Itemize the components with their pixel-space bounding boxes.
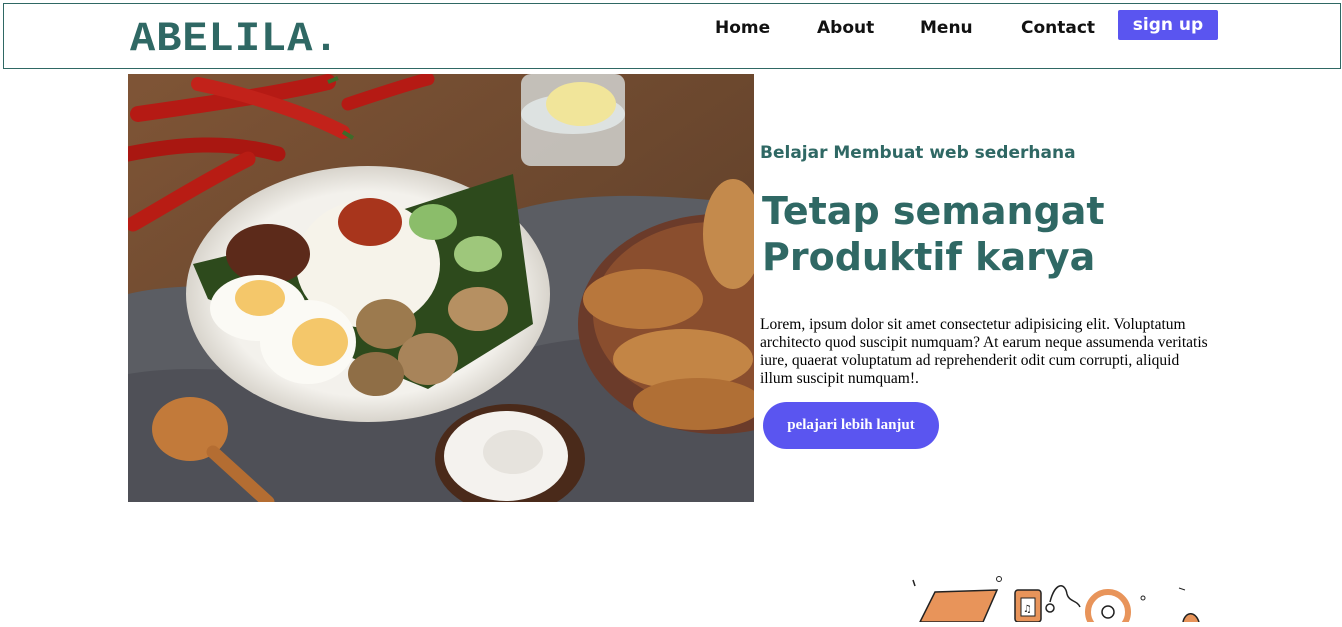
nav-link-menu[interactable]: Menu bbox=[920, 16, 973, 40]
svg-text:♫: ♫ bbox=[1023, 604, 1032, 615]
graduation-cap-icon bbox=[918, 589, 999, 623]
education-doodles-illustration: ♫ bbox=[905, 572, 1205, 627]
hero-headline: Tetap semangat Produktif karya bbox=[762, 188, 1182, 280]
hero-tagline: Belajar Membuat web sederhana bbox=[760, 143, 1076, 163]
headline-line-2: Produktif karya bbox=[762, 235, 1096, 279]
nav-link-home[interactable]: Home bbox=[715, 16, 770, 40]
learn-more-button[interactable]: pelajari lebih lanjut bbox=[763, 402, 939, 449]
navbar: ABELILA. Home About Menu Contact sign up bbox=[3, 3, 1341, 69]
sign-up-button[interactable]: sign up bbox=[1118, 10, 1218, 40]
hero-food-image bbox=[128, 74, 754, 502]
nav-link-about[interactable]: About bbox=[817, 16, 874, 40]
headline-line-1: Tetap semangat bbox=[762, 189, 1105, 233]
food-photo-icon bbox=[128, 74, 754, 502]
brand-logo[interactable]: ABELILA. bbox=[130, 14, 340, 64]
hero-description: Lorem, ipsum dolor sit amet consectetur … bbox=[760, 316, 1208, 387]
earphones-icon bbox=[1049, 585, 1081, 608]
nav-link-contact[interactable]: Contact bbox=[1021, 16, 1095, 40]
